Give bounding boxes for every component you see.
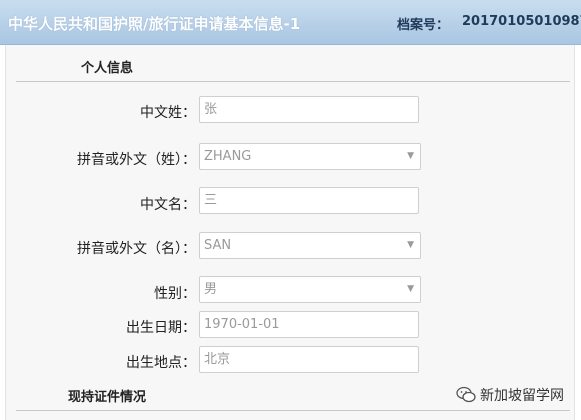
section-title-personal: 个人信息 [81,61,134,76]
given-name-cn-field[interactable]: 三 [199,187,419,214]
surname-pinyin-value: ZHANG [204,149,252,164]
form-panel: 个人信息 中文姓： 张 拼音或外文（姓）： ZHANG ▼ 中文名： 三 拼音或… [5,45,575,420]
dropdown-arrow-icon: ▼ [407,151,414,161]
wechat-icon [456,386,476,403]
surname-pinyin-select[interactable]: ZHANG ▼ [199,143,421,170]
dropdown-arrow-icon: ▼ [407,284,414,294]
birth-date-field[interactable]: 1970-01-01 [199,311,419,338]
surname-cn-label: 中文姓： [140,105,196,121]
section-divider [16,81,570,82]
given-name-cn-value: 三 [204,193,218,208]
surname-cn-field[interactable]: 张 [199,96,419,123]
birth-place-label: 出生地点： [126,355,196,371]
given-name-cn-label: 中文名： [140,197,196,213]
page-header: 中华人民共和国护照/旅行证申请基本信息-1 档案号： 2017010501098… [0,0,581,45]
file-number-label: 档案号： [397,18,450,33]
birth-place-field[interactable]: 北京 [199,346,419,373]
section-title-documents: 现持证件情况 [68,390,147,405]
dropdown-arrow-icon: ▼ [407,240,414,250]
birth-date-value: 1970-01-01 [204,317,280,332]
watermark-text: 新加坡留学网 [480,388,564,404]
given-name-pinyin-value: SAN [204,238,232,253]
surname-pinyin-label: 拼音或外文（姓）： [77,152,196,168]
page-title: 中华人民共和国护照/旅行证申请基本信息-1 [8,15,301,33]
surname-cn-value: 张 [204,102,218,117]
gender-value: 男 [204,282,218,297]
gender-label: 性别： [154,286,196,302]
given-name-pinyin-label: 拼音或外文（名）： [77,241,196,257]
file-number-value: 201701050109873 [462,14,581,29]
birth-date-label: 出生日期： [126,320,196,336]
given-name-pinyin-select[interactable]: SAN ▼ [199,232,421,259]
birth-place-value: 北京 [204,352,231,367]
section-divider [16,410,570,411]
gender-select[interactable]: 男 ▼ [199,276,421,303]
